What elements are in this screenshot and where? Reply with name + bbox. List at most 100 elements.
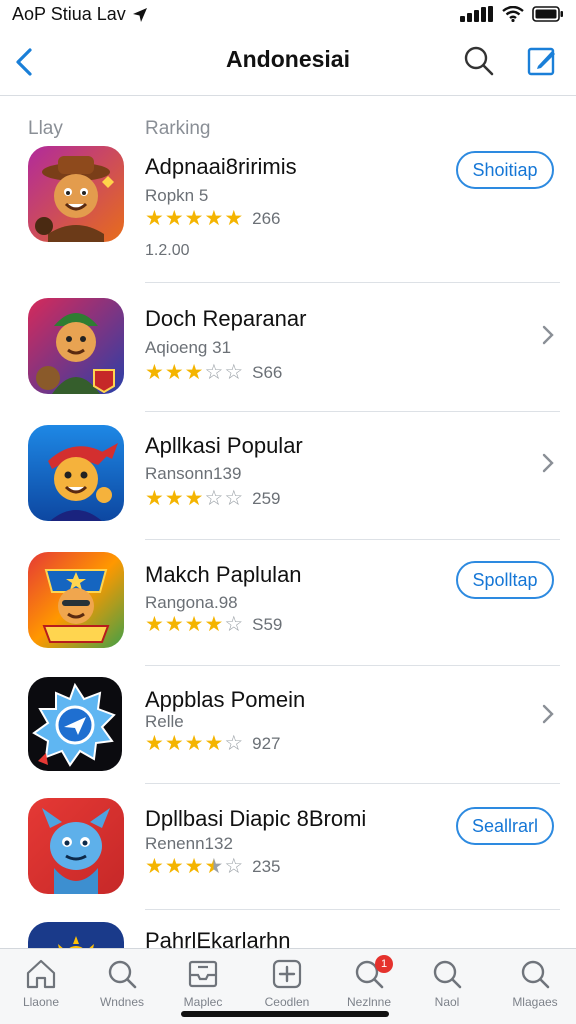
star-icon: ★ — [145, 613, 164, 636]
app-icon-cowboy — [28, 146, 124, 242]
notification-badge: 1 — [375, 955, 393, 973]
row-divider — [145, 282, 560, 283]
get-button[interactable]: Seallrarl — [456, 807, 554, 845]
star-outline-icon: ☆ — [224, 487, 244, 510]
rating-stars: ★ ★ ★ ☆ ☆ S66 — [145, 362, 282, 383]
star-icon: ★ — [145, 487, 164, 510]
status-right — [460, 6, 564, 22]
battery-icon — [532, 6, 563, 22]
rating-stars: ★ ★ ★ ★ ★ 266 — [145, 208, 281, 229]
star-icon: ★ — [184, 207, 204, 230]
app-name: Adpnaai8ririmis — [145, 154, 297, 179]
star-outline-icon: ☆ — [224, 613, 244, 636]
back-button[interactable] — [12, 44, 40, 80]
column-headers: Llay Rarking — [0, 116, 576, 144]
get-button[interactable]: Shoitiap — [456, 151, 554, 189]
add-square-icon — [272, 959, 302, 989]
app-subtitle: Renenn132 — [145, 834, 233, 853]
star-icon: ★ — [164, 487, 184, 510]
get-button[interactable]: Spolltap — [456, 561, 554, 599]
tab-home[interactable]: Llaone — [0, 957, 82, 1021]
rating-count: S59 — [252, 614, 283, 634]
home-indicator[interactable] — [181, 1011, 389, 1017]
app-name: Appblas Pomein — [145, 687, 306, 712]
tab-label: Maplec — [183, 995, 223, 1009]
app-row[interactable]: Appblas Pomein Relle ★ ★ ★ ★ ☆ 927 — [0, 666, 576, 784]
app-name: Makch Paplulan — [145, 562, 302, 587]
compose-button[interactable] — [526, 44, 558, 78]
star-icon: ★ — [184, 732, 204, 755]
star-icon: ★ — [184, 855, 204, 878]
app-version: 1.2.00 — [145, 242, 190, 259]
chevron-right-icon[interactable] — [538, 324, 558, 346]
app-icon-monster — [28, 798, 124, 894]
star-icon: ★ — [184, 361, 204, 384]
column-header-left: Llay — [28, 118, 63, 139]
app-name: Dpllbasi Diapic 8Bromi — [145, 806, 367, 831]
star-icon: ★ — [164, 207, 184, 230]
rating-stars: ★ ★ ★ ☆ ☆ 259 — [145, 488, 281, 509]
app-icon-warrior — [28, 298, 124, 394]
app-icon-badge — [28, 677, 122, 771]
tab-label: Ceodlen — [264, 995, 310, 1009]
app-row[interactable]: Adpnaai8ririmis Ropkn 5 ★ ★ ★ ★ ★ 266 1.… — [0, 144, 576, 284]
tab-messages[interactable]: Mlagaes — [494, 957, 576, 1021]
compose-icon — [527, 47, 555, 76]
app-name: Apllkasi Popular — [145, 433, 303, 458]
star-icon: ★ — [145, 855, 164, 878]
app-icon-sun — [28, 922, 124, 948]
app-name: Doch Reparanar — [145, 306, 307, 331]
rating-count: 259 — [252, 488, 281, 508]
location-arrow-icon — [132, 7, 147, 22]
chevron-left-icon — [16, 48, 32, 76]
star-icon: ★ — [184, 487, 204, 510]
status-bar: AoP Stiua Lav — [0, 0, 576, 30]
column-header-ranking: Rarking — [145, 118, 211, 139]
star-icon: ★ — [145, 207, 164, 230]
star-icon: ★ — [164, 732, 184, 755]
search-button[interactable] — [462, 44, 496, 78]
search-icon — [464, 46, 494, 76]
search-icon — [433, 960, 462, 989]
star-icon: ★ — [145, 361, 164, 384]
app-row[interactable]: Makch Paplulan Rangona.98 ★ ★ ★ ★ ☆ S59 … — [0, 540, 576, 666]
app-row[interactable]: Doch Reparanar Aqioeng 31 ★ ★ ★ ☆ ☆ S66 — [0, 284, 576, 412]
star-icon: ★ — [145, 732, 164, 755]
chevron-right-icon[interactable] — [538, 703, 558, 725]
tab-label: Mlagaes — [512, 995, 558, 1009]
rating-stars: ★ ★ ★ ★ ☆ 235 — [145, 856, 281, 877]
app-row[interactable]: PahrlEkarlarhn — [0, 910, 576, 948]
star-outline-icon: ☆ — [204, 361, 224, 384]
star-half-icon: ★ — [204, 855, 224, 878]
rating-count: 927 — [252, 733, 281, 753]
app-icon-knight — [28, 552, 124, 648]
app-row[interactable]: Dpllbasi Diapic 8Bromi Renenn132 ★ ★ ★ ★… — [0, 784, 576, 910]
rating-stars: ★ ★ ★ ★ ☆ S59 — [145, 614, 282, 635]
home-icon — [26, 959, 56, 989]
star-icon: ★ — [164, 361, 184, 384]
star-outline-icon: ☆ — [224, 732, 244, 755]
app-subtitle: Aqioeng 31 — [145, 338, 232, 357]
tab-label: Nezlnne — [346, 995, 392, 1009]
tab-search[interactable]: Wndnes — [81, 957, 163, 1021]
wifi-icon — [502, 6, 524, 22]
star-icon: ★ — [184, 613, 204, 636]
star-icon: ★ — [204, 207, 224, 230]
chevron-right-icon[interactable] — [538, 452, 558, 474]
star-outline-icon: ☆ — [204, 487, 224, 510]
search-icon — [521, 960, 550, 989]
app-icon-pirate — [28, 425, 124, 521]
tab-label: Naol — [434, 995, 460, 1009]
app-row[interactable]: Apllkasi Popular Ransonn139 ★ ★ ★ ☆ ☆ 25… — [0, 412, 576, 540]
tab-mail[interactable]: Naol — [406, 957, 488, 1021]
star-icon: ★ — [164, 855, 184, 878]
star-icon: ★ — [204, 613, 224, 636]
carrier-label: AoP Stiua Lav — [12, 4, 126, 24]
rating-count: 235 — [252, 856, 281, 876]
app-subtitle: Ropkn 5 — [145, 186, 209, 205]
tab-label: Wndnes — [99, 995, 145, 1009]
search-icon — [108, 960, 137, 989]
star-icon: ★ — [204, 732, 224, 755]
rating-count: S66 — [252, 362, 283, 382]
app-subtitle: Rangona.98 — [145, 593, 238, 612]
